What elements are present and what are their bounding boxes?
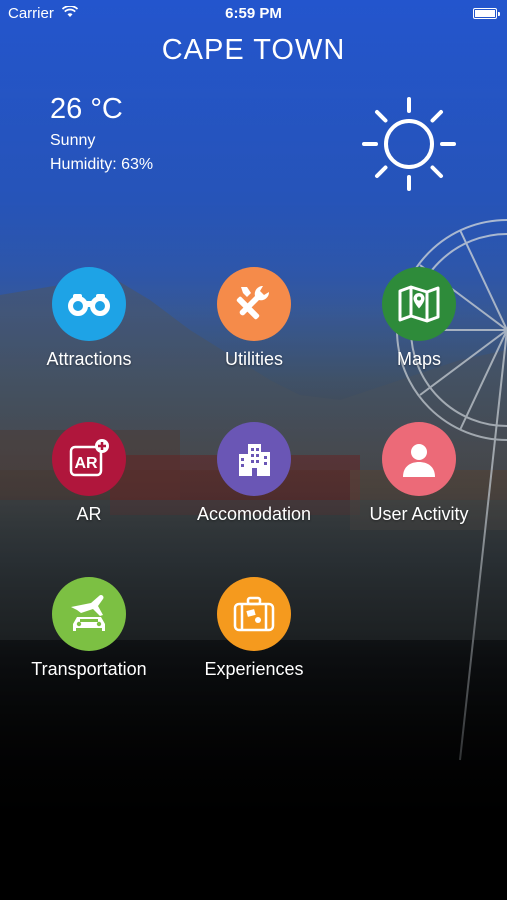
humidity-value: Humidity: 63%: [50, 156, 154, 173]
sun-icon: [362, 97, 456, 191]
binoculars-icon: [68, 294, 110, 316]
experiences-icon-circle: [217, 577, 291, 651]
map-icon: [398, 285, 440, 323]
weather-panel: 26 °C Sunny Humidity: 63%: [50, 93, 153, 177]
attractions-label: Attractions: [46, 349, 132, 369]
weather-condition: Sunny: [50, 132, 96, 149]
accomodation-icon-circle: [217, 422, 291, 496]
utilities-label: Utilities: [224, 349, 283, 369]
user-activity-label: User Activity: [369, 504, 469, 524]
status-time: 6:59 PM: [225, 5, 282, 22]
experiences-button[interactable]: Experiences: [179, 577, 329, 680]
battery-icon: [473, 8, 500, 19]
attractions-button[interactable]: Attractions: [14, 267, 164, 370]
ar-icon: AR: [69, 439, 109, 477]
ar-button[interactable]: AR AR: [14, 422, 164, 525]
maps-icon-circle: [382, 267, 456, 341]
temperature-value: 26 °C: [50, 93, 123, 125]
maps-label: Maps: [396, 349, 441, 369]
suitcase-icon: [233, 596, 275, 632]
status-bar: Carrier 6:59 PM: [0, 0, 507, 28]
user-activity-button[interactable]: User Activity: [344, 422, 494, 525]
tools-icon: [236, 285, 270, 320]
utilities-icon-circle: [217, 267, 291, 341]
accomodation-label: Accomodation: [196, 504, 312, 524]
user-activity-icon-circle: [382, 422, 456, 496]
accomodation-button[interactable]: Accomodation: [179, 422, 329, 525]
transportation-label: Transportation: [31, 659, 147, 679]
transportation-button[interactable]: Transportation: [14, 577, 164, 680]
maps-button[interactable]: Maps: [344, 267, 494, 370]
ar-icon-circle: AR: [52, 422, 126, 496]
attractions-icon-circle: [52, 267, 126, 341]
experiences-label: Experiences: [204, 659, 304, 679]
building-icon: [239, 444, 270, 476]
transportation-icon-circle: [52, 577, 126, 651]
svg-text:AR: AR: [74, 455, 98, 472]
ar-label: AR: [76, 504, 102, 524]
page-title: CAPE TOWN: [161, 34, 346, 66]
plane-car-icon: [71, 595, 105, 631]
utilities-button[interactable]: Utilities: [179, 267, 329, 370]
user-icon: [403, 444, 435, 477]
